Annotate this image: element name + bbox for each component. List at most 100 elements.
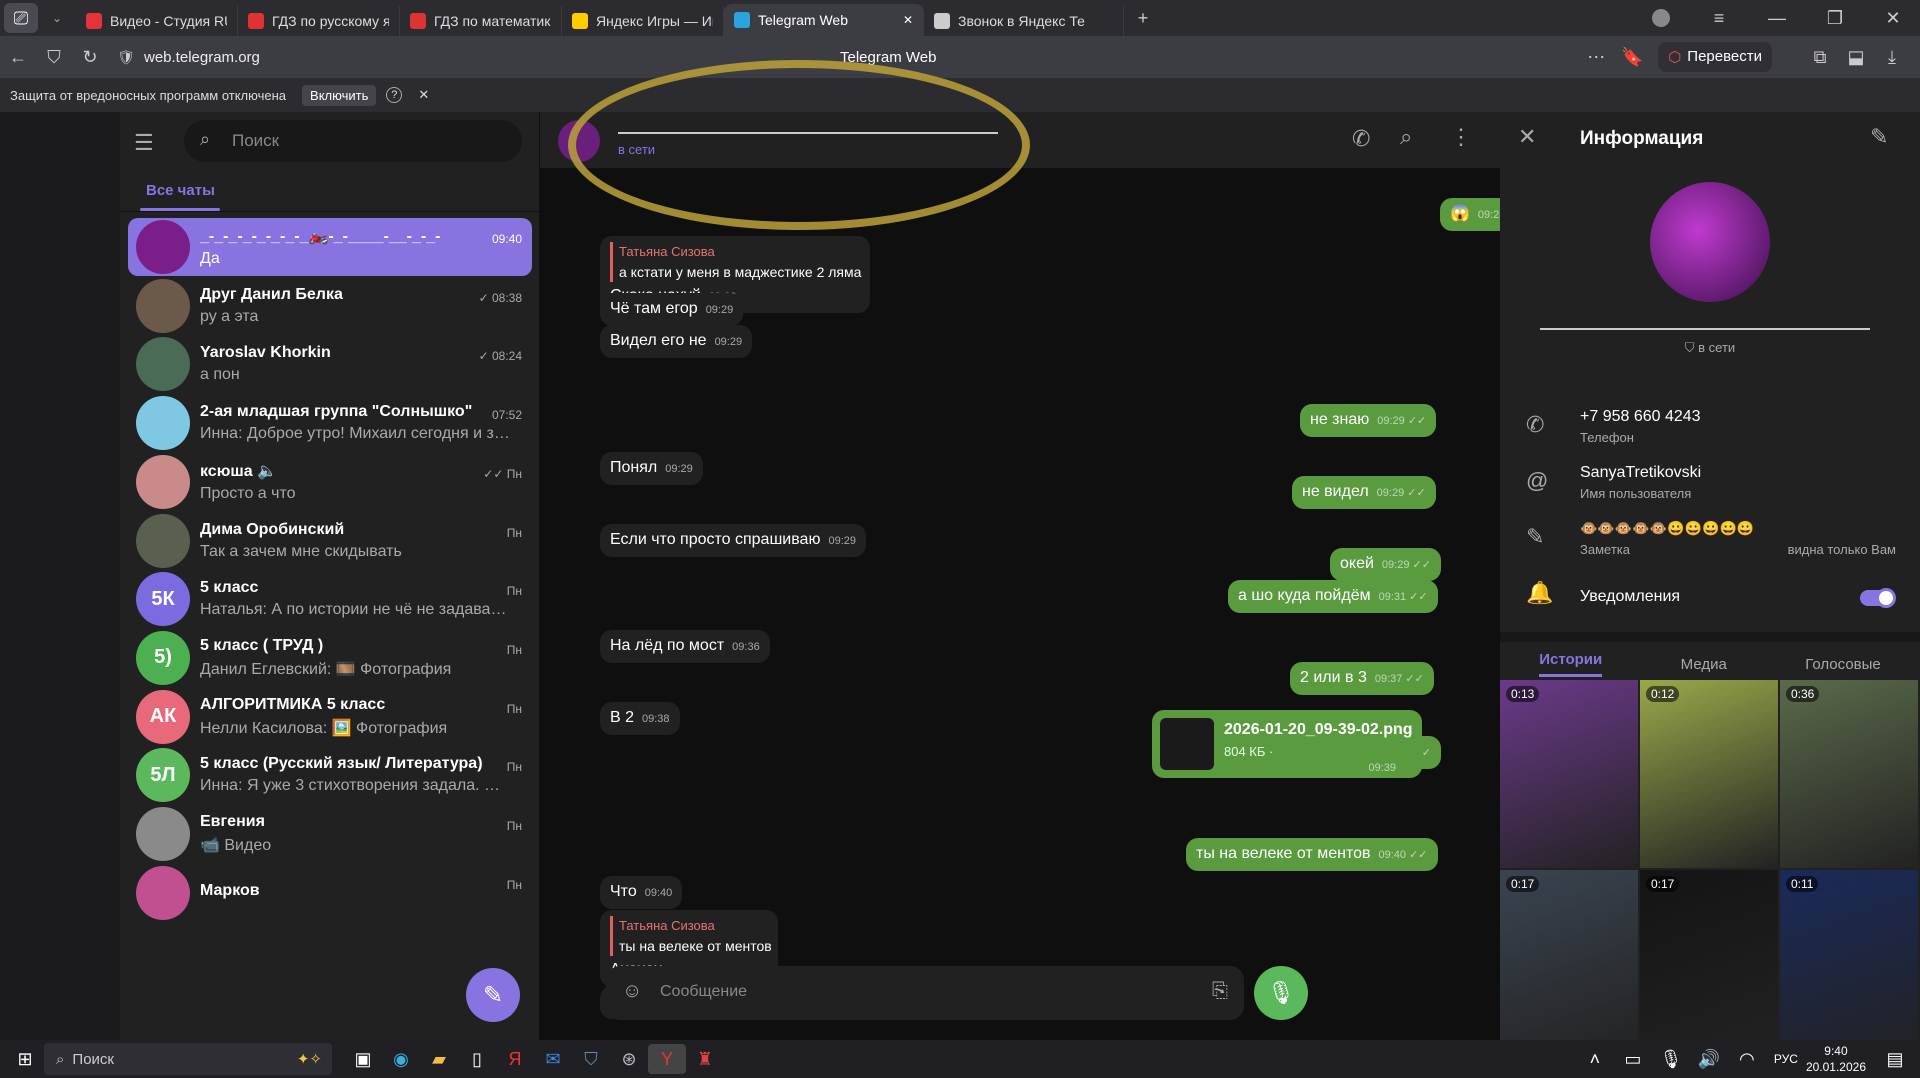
close-info-icon[interactable]: ✕ [1518, 124, 1536, 150]
message-bubble[interactable]: Что 09:40 [600, 876, 683, 909]
explorer-icon[interactable]: ▰ [420, 1044, 458, 1074]
message-bubble[interactable]: Если что просто спрашиваю 09:29 [600, 524, 866, 557]
extension-icon[interactable]: ⬓ [1838, 47, 1874, 68]
message-bubble[interactable]: а шо куда пойдём 09:31 ✓✓ [1228, 580, 1438, 613]
message-bubble[interactable]: не знаю 09:29 ✓✓ [1300, 404, 1437, 437]
language-indicator[interactable]: РУС [1774, 1052, 1798, 1066]
phone-row[interactable]: ✆ +7 958 660 4243 Телефон [1500, 402, 1920, 462]
search-input[interactable]: ⌕ Поиск [184, 120, 522, 162]
browser-tab[interactable]: ГДЗ по математике 5 клас [400, 6, 562, 36]
new-tab-icon[interactable]: + [1124, 3, 1162, 33]
restore-icon[interactable]: ❐ [1816, 3, 1854, 33]
tabs-dropdown-icon[interactable]: ⌄ [38, 3, 76, 33]
chat-list-item[interactable]: Евгения 📹 Видео Пн [128, 805, 532, 863]
message-bubble[interactable]: Понял 09:29 [600, 452, 703, 485]
edit-icon[interactable]: ✎ [1870, 124, 1888, 150]
story-thumbnail[interactable]: 0:17 [1500, 870, 1638, 1058]
close-window-icon[interactable]: ✕ [1874, 3, 1912, 33]
chat-list-item[interactable]: Друг Данил Белка ру а эта ✓ 08:38 [128, 277, 532, 335]
taskbar-search[interactable]: ⌕ Поиск ✦✧ [44, 1043, 332, 1075]
story-thumbnail[interactable]: 0:17 [1640, 870, 1778, 1058]
chat-list-item[interactable]: 5Л 5 класс (Русский язык/ Литература) Инна… [128, 746, 532, 804]
chat-list-item[interactable]: 5К 5 класс Наталья: А по истории не чё не … [128, 570, 532, 628]
more-options-icon[interactable]: ⋮ [1450, 124, 1472, 150]
info-tab[interactable]: Голосовые [1805, 656, 1881, 673]
help-icon[interactable]: ? [386, 87, 403, 103]
tray-chevron-icon[interactable]: ˄ [1576, 1044, 1614, 1074]
notepad-icon[interactable]: ▯ [458, 1044, 496, 1074]
browser-tab[interactable]: Яндекс Игры — Игры онл [562, 6, 724, 36]
game-icon[interactable]: ♜ [686, 1044, 724, 1074]
attach-icon[interactable]: ⎘ [1212, 980, 1228, 1003]
minimize-icon[interactable]: — [1758, 3, 1796, 33]
yandex-browser-icon[interactable]: Y [648, 1044, 686, 1074]
compose-button[interactable]: ✎ [466, 968, 520, 1022]
mic-tray-icon[interactable]: 🎙 [1652, 1044, 1690, 1074]
download-icon[interactable]: ⤓ [1874, 47, 1910, 68]
note-row[interactable]: ✎ 🐵🐵🐵🐵🐵😀😀😀😀😀 Заметка видна только Вам [1500, 514, 1920, 574]
menu-icon[interactable]: ≡ [1700, 3, 1738, 33]
message-bubble[interactable]: Видел его не 09:29 [600, 325, 753, 358]
message-input[interactable]: Сообщение [660, 983, 747, 1001]
chat-list-item[interactable]: ксюша 🔈 Просто а что ✓✓ Пн [128, 453, 532, 511]
chat-list-item[interactable]: _-_-_-_-_-_-_-_🏍️-_-____-__-_-_- Да 09:40 [128, 218, 532, 276]
profile-avatar[interactable] [1642, 3, 1680, 33]
steam-icon[interactable]: ⊛ [610, 1044, 648, 1074]
message-composer[interactable]: ☺ Сообщение ⎘ [606, 966, 1244, 1020]
hamburger-menu-icon[interactable]: ☰ [134, 130, 154, 156]
emoji-icon[interactable]: ☺ [622, 980, 642, 1003]
profile-avatar-large[interactable] [1650, 182, 1770, 302]
chat-list-item[interactable]: АК АЛГОРИТМИКА 5 класс Нелли Касилова: 🖼️ … [128, 688, 532, 746]
display-icon[interactable]: ▭ [1614, 1044, 1652, 1074]
message-bubble[interactable]: ты на велеке от ментов 09:40 ✓✓ [1186, 838, 1438, 871]
notifications-toggle[interactable] [1860, 588, 1896, 608]
chat-list-item[interactable]: Yaroslav Khorkin а пон ✓ 08:24 [128, 335, 532, 393]
shield-app-icon[interactable]: ⛉ [572, 1044, 610, 1074]
story-thumbnail[interactable]: 0:36 [1780, 680, 1918, 868]
chat-list-item[interactable]: 2-ая младшая группа "Солнышко" Инна: Добр… [128, 394, 532, 452]
browser-tab[interactable]: Звонок в Яндекс Те [924, 6, 1124, 36]
windows-start-icon[interactable]: ⊞ [6, 1044, 44, 1074]
chat-list-item[interactable]: 5) 5 класс ( ТРУД ) Данил Еглевский: 🎞️ Фо… [128, 629, 532, 687]
message-bubble[interactable]: Чё там егор 09:29 [600, 293, 744, 326]
translate-button[interactable]: ⬡ Перевести [1658, 42, 1772, 72]
collections-icon[interactable]: ⧉ [1802, 47, 1838, 68]
task-view-icon[interactable]: ▣ [344, 1044, 382, 1074]
chat-list-item[interactable]: Дима Оробинский Так а зачем мне скидывать… [128, 512, 532, 570]
message-bubble[interactable]: не видел 09:29 ✓✓ [1292, 476, 1436, 509]
volume-icon[interactable]: 🔊 [1690, 1044, 1728, 1074]
reply-quote[interactable]: Татьяна Сизова а кстати у меня в маджести… [610, 242, 861, 282]
notification-center-icon[interactable]: ▤ [1876, 1044, 1914, 1074]
bookmark-icon[interactable]: 🔖 [1614, 47, 1650, 68]
shield-icon[interactable]: ⛉ [36, 47, 72, 68]
chat-search-icon[interactable]: ⌕ [1400, 124, 1412, 150]
url-text[interactable]: web.telegram.org [144, 49, 444, 66]
file-message[interactable]: 2026-01-20_09-39-02.png 804 КБ · 09:39 [1152, 710, 1422, 778]
info-tab[interactable]: Медиа [1681, 656, 1727, 673]
message-bubble[interactable]: В 2 09:38 [600, 702, 680, 735]
more-icon[interactable]: ⋯ [1578, 47, 1614, 68]
chat-list-item[interactable]: Марков Пн [128, 864, 532, 922]
edge-icon[interactable]: ◉ [382, 1044, 420, 1074]
info-tab[interactable]: Истории [1539, 651, 1603, 677]
story-thumbnail[interactable]: 0:12 [1640, 680, 1778, 868]
call-icon[interactable]: ✆ [1352, 126, 1370, 152]
reply-quote[interactable]: Татьяна Сизова ты на велеке от ментов [610, 916, 772, 956]
username-row[interactable]: @ SanyaTretikovski Имя пользователя [1500, 458, 1920, 518]
story-thumbnail[interactable]: 0:13 [1500, 680, 1638, 868]
voice-record-button[interactable]: 🎙 [1254, 966, 1308, 1020]
yandex-icon[interactable]: Я [496, 1044, 534, 1074]
browser-tab[interactable]: ГДЗ по русскому языку 5 [238, 6, 400, 36]
story-thumbnail[interactable]: 0:11 [1780, 870, 1918, 1058]
browser-menu-icon[interactable]: ⎚ [4, 3, 38, 33]
site-info-icon[interactable]: 🛡 [108, 49, 144, 66]
message-bubble[interactable]: На лёд по мост 09:36 [600, 630, 770, 663]
wifi-icon[interactable]: ◠ [1728, 1044, 1766, 1074]
notifications-row[interactable]: 🔔 Уведомления [1500, 570, 1920, 630]
reload-icon[interactable]: ↻ [72, 47, 108, 68]
message-bubble[interactable]: 2 или в 3 09:37 ✓✓ [1290, 662, 1434, 695]
back-icon[interactable]: ← [0, 47, 36, 68]
clock[interactable]: 9:40 20.01.2026 [1806, 1043, 1866, 1075]
enable-button[interactable]: Включить [302, 84, 377, 106]
close-tab-icon[interactable]: ✕ [903, 13, 913, 27]
